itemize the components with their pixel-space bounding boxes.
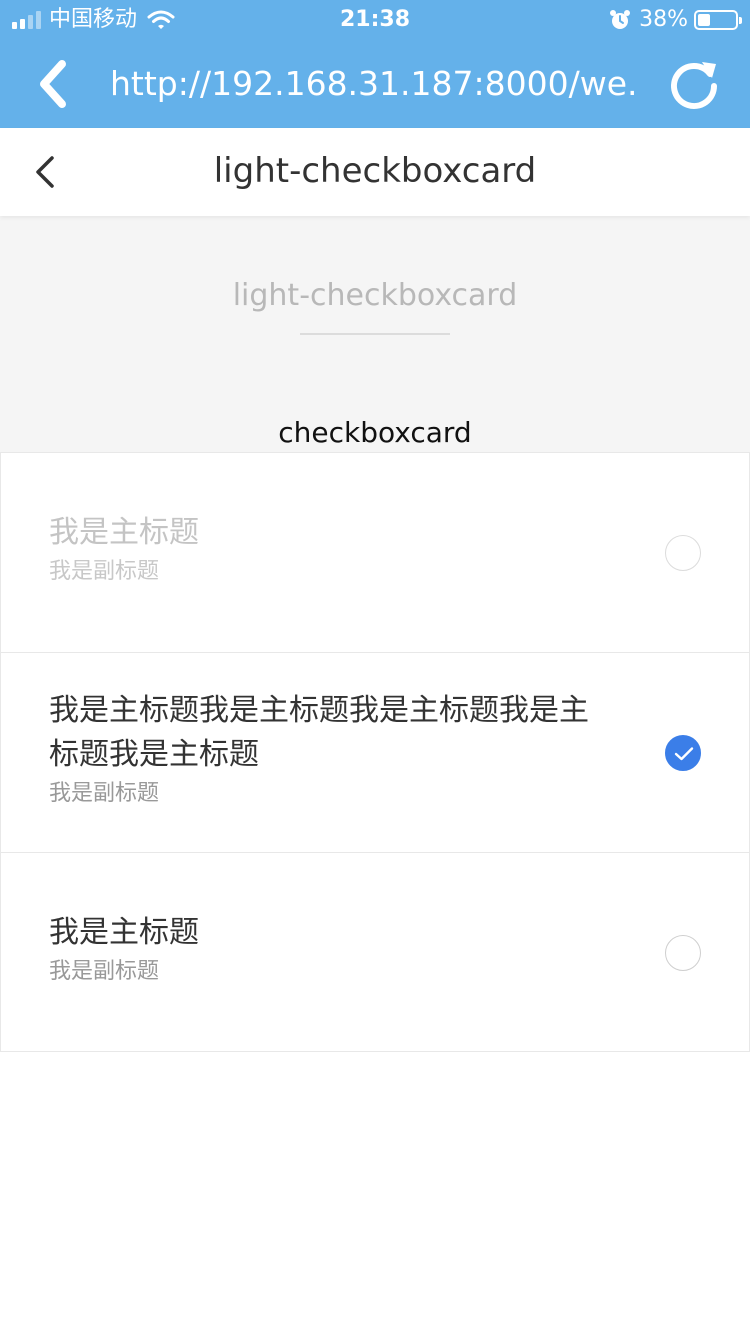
card-subtitle: 我是副标题 bbox=[49, 559, 160, 584]
card-subtitle: 我是副标题 bbox=[49, 959, 160, 984]
url-field[interactable]: http://192.168.31.187:8000/we... bbox=[110, 62, 640, 106]
browser-bar: http://192.168.31.187:8000/we... bbox=[0, 40, 750, 128]
refresh-icon[interactable] bbox=[666, 56, 722, 112]
card-subtitle: 我是副标题 bbox=[49, 781, 160, 806]
card-text: 我是主标题 我是副标题 bbox=[49, 511, 609, 587]
alarm-icon bbox=[610, 10, 631, 29]
nav-bar: light-checkboxcard bbox=[0, 128, 750, 216]
card-text: 我是主标题我是主标题我是主标题我是主标题我是主标题 我是副标题 bbox=[49, 689, 609, 809]
card-title: 我是主标题 bbox=[49, 915, 199, 950]
page-header: light-checkboxcard checkboxcard bbox=[0, 216, 750, 452]
checkmark-icon bbox=[674, 747, 694, 761]
page-heading: light-checkboxcard bbox=[232, 278, 518, 313]
checkbox-checked-icon[interactable] bbox=[665, 735, 701, 771]
nav-title: light-checkboxcard bbox=[213, 151, 537, 191]
status-bar: 中国移动 21:38 38% bbox=[0, 0, 750, 40]
back-chevron-icon[interactable] bbox=[30, 58, 78, 110]
heading-divider bbox=[300, 333, 450, 335]
card-title: 我是主标题 bbox=[49, 515, 199, 550]
checkbox-unchecked-icon bbox=[665, 535, 701, 571]
checkbox-card-list: 我是主标题 我是副标题 我是主标题我是主标题我是主标题我是主标题我是主标题 我是… bbox=[0, 452, 750, 1052]
battery-icon bbox=[694, 10, 742, 30]
status-right: 38% bbox=[609, 6, 742, 34]
section-label: checkboxcard bbox=[278, 416, 472, 449]
checkbox-card: 我是主标题 我是副标题 bbox=[0, 452, 750, 652]
battery-percent: 38% bbox=[639, 7, 688, 32]
checkbox-unchecked-icon[interactable] bbox=[665, 935, 701, 971]
card-title: 我是主标题我是主标题我是主标题我是主标题我是主标题 bbox=[49, 693, 589, 772]
checkbox-card[interactable]: 我是主标题我是主标题我是主标题我是主标题我是主标题 我是副标题 bbox=[0, 652, 750, 852]
checkbox-card[interactable]: 我是主标题 我是副标题 bbox=[0, 852, 750, 1052]
card-text: 我是主标题 我是副标题 bbox=[49, 911, 609, 987]
